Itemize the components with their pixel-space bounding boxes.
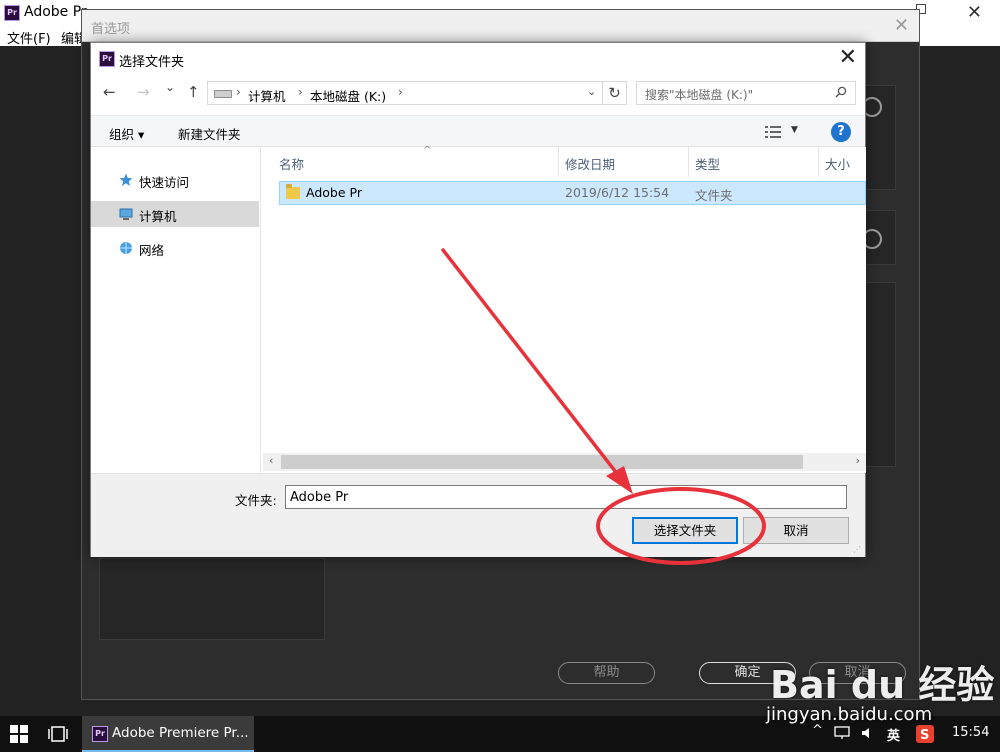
computer-icon	[119, 208, 133, 220]
forward-button[interactable]: →	[137, 83, 150, 101]
premiere-logo-icon: Pr	[4, 5, 20, 21]
column-header-name[interactable]: 名称 ^	[273, 145, 559, 177]
navigation-pane: 快速访问 计算机 网络	[91, 147, 261, 473]
drive-icon	[214, 90, 232, 98]
dialog-titlebar: Pr 选择文件夹 ✕	[91, 43, 865, 75]
column-header-type[interactable]: 类型	[689, 147, 819, 177]
scroll-left-icon[interactable]: ‹	[269, 454, 273, 467]
chevron-down-icon[interactable]: ▼	[791, 125, 798, 135]
nav-item-computer[interactable]: 计算机	[91, 201, 259, 227]
nav-item-network[interactable]: 网络	[91, 235, 259, 261]
select-folder-button[interactable]: 选择文件夹	[632, 517, 738, 544]
app-close-button[interactable]: ✕	[967, 2, 982, 23]
file-name: Adobe Pr	[306, 185, 362, 200]
column-header-size[interactable]: 大小	[819, 147, 866, 177]
watermark-url: jingyan.baidu.com	[766, 704, 933, 725]
up-button[interactable]: ↑	[187, 83, 200, 101]
watermark-brand: Bai du 经验	[770, 663, 995, 707]
recent-locations-button[interactable]: ⌄	[165, 80, 175, 94]
menu-file[interactable]: 文件(F)	[7, 28, 51, 47]
app-title: Adobe Pr	[24, 4, 87, 20]
nav-item-quick-access[interactable]: 快速访问	[91, 167, 259, 193]
preferences-preview-panel	[99, 558, 325, 640]
column-header-modified[interactable]: 修改日期	[559, 147, 689, 177]
search-icon	[835, 86, 847, 98]
address-bar[interactable]: › 计算机 › 本地磁盘 (K:) ›	[207, 81, 603, 105]
file-type: 文件夹	[695, 188, 733, 203]
select-folder-dialog: Pr 选择文件夹 ✕ ← → ⌄ ↑ › 计算机 › 本地磁盘 (K:) › ⌄…	[90, 42, 866, 557]
scroll-right-icon[interactable]: ›	[856, 454, 860, 467]
breadcrumb-computer[interactable]: 计算机	[248, 86, 286, 105]
breadcrumb-separator: ›	[298, 85, 303, 99]
network-icon	[120, 242, 132, 254]
horizontal-scrollbar[interactable]: ‹ ›	[263, 453, 866, 471]
resize-grip-icon[interactable]: ⋰	[853, 545, 863, 555]
folder-icon	[286, 184, 300, 199]
back-button[interactable]: ←	[103, 83, 116, 101]
star-icon	[119, 173, 133, 186]
search-placeholder: 搜索"本地磁盘 (K:)"	[645, 88, 754, 102]
preferences-title: 首选项	[91, 22, 131, 37]
scrollbar-thumb[interactable]	[281, 455, 803, 469]
preferences-help-button[interactable]: 帮助	[558, 662, 655, 684]
file-list: 名称 ^ 修改日期 类型 大小 Adobe Pr 2019/6/12 15:54…	[263, 145, 866, 473]
breadcrumb-drive[interactable]: 本地磁盘 (K:)	[310, 86, 386, 105]
refresh-button[interactable]: ↻	[603, 81, 627, 105]
new-folder-button[interactable]: 新建文件夹	[178, 124, 241, 143]
view-options-icon[interactable]	[765, 126, 781, 138]
folder-label: 文件夹:	[235, 493, 277, 508]
address-dropdown-button[interactable]: ⌄	[587, 85, 596, 98]
breadcrumb-separator: ›	[398, 85, 403, 99]
taskbar-app-premiere[interactable]: Pr Adobe Premiere Pr...	[82, 716, 254, 752]
cancel-button[interactable]: 取消	[743, 517, 849, 544]
preferences-titlebar: 首选项 ✕	[82, 10, 919, 42]
sort-ascending-icon: ^	[423, 145, 432, 156]
dialog-title: 选择文件夹	[119, 55, 185, 70]
table-row[interactable]: Adobe Pr 2019/6/12 15:54 文件夹	[279, 181, 866, 205]
nav-item-label: 计算机	[139, 209, 177, 224]
dialog-toolbar: 组织 ▾ 新建文件夹 ▼ ?	[91, 115, 865, 147]
task-view-icon[interactable]	[48, 725, 68, 743]
preferences-panel	[862, 282, 896, 467]
watermark: Bai du 经验 jingyan.baidu.com	[766, 646, 1000, 734]
dialog-footer: 文件夹: 选择文件夹 取消 ⋰	[91, 473, 865, 557]
nav-item-label: 快速访问	[139, 175, 190, 190]
premiere-logo-icon: Pr	[99, 51, 115, 67]
nav-item-label: 网络	[139, 243, 165, 258]
taskbar-app-label: Adobe Premiere Pr...	[112, 725, 249, 741]
search-input[interactable]: 搜索"本地磁盘 (K:)"	[636, 81, 856, 105]
preferences-close-button[interactable]: ✕	[894, 15, 909, 36]
premiere-logo-icon: Pr	[92, 726, 108, 742]
organize-button[interactable]: 组织 ▾	[109, 124, 144, 143]
file-modified: 2019/6/12 15:54	[565, 185, 670, 200]
windows-start-icon[interactable]	[10, 725, 28, 743]
help-icon[interactable]: ?	[831, 122, 851, 142]
dialog-close-button[interactable]: ✕	[839, 45, 857, 70]
folder-name-input[interactable]	[285, 485, 847, 509]
breadcrumb-separator: ›	[236, 85, 241, 99]
